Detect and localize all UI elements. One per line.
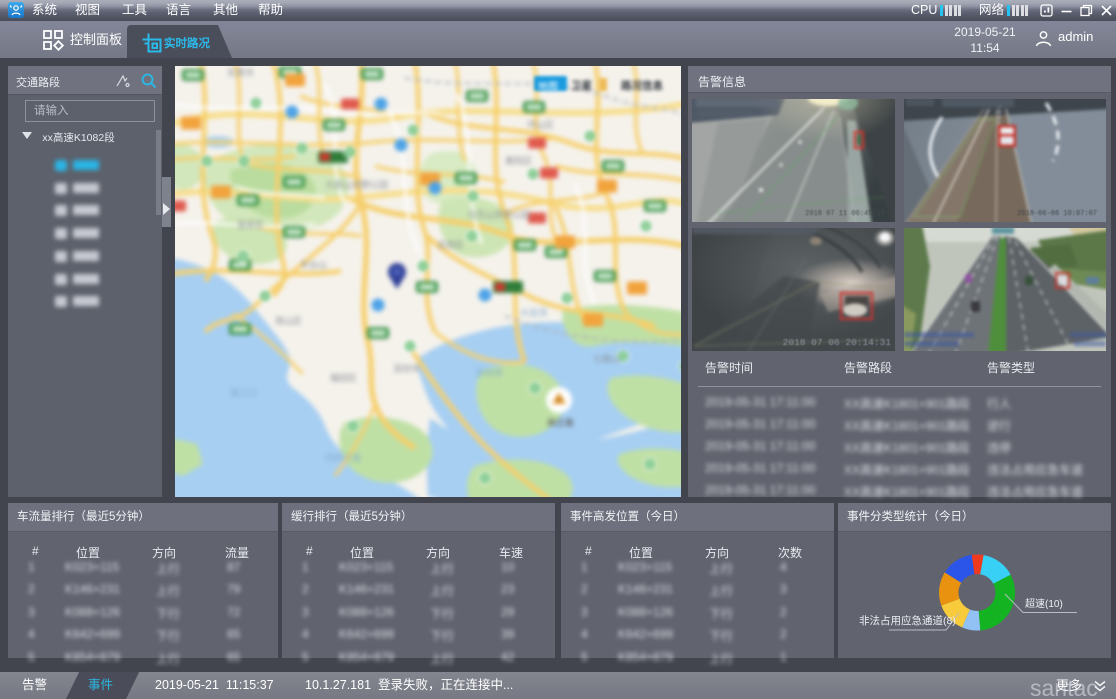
svg-text:深圳市: 深圳市 xyxy=(393,363,420,374)
svg-text:福田区: 福田区 xyxy=(330,372,357,383)
svg-text:坪山区: 坪山区 xyxy=(527,120,554,130)
svg-text:大前山郊野公园: 大前山郊野公园 xyxy=(325,179,388,190)
svg-text:南山区: 南山区 xyxy=(275,315,302,326)
svg-text:珠江口: 珠江口 xyxy=(230,387,257,398)
svg-text:宝安区: 宝安区 xyxy=(237,219,264,230)
svg-text:深圳湾: 深圳湾 xyxy=(475,367,502,378)
svg-text:龙岗区: 龙岗区 xyxy=(437,239,464,250)
svg-text:大亚湾: 大亚湾 xyxy=(520,307,547,318)
svg-text:马峦山郊野公园: 马峦山郊野公园 xyxy=(467,209,530,220)
svg-text:典巨集: 典巨集 xyxy=(547,417,574,428)
svg-text:羊台山: 羊台山 xyxy=(300,259,327,270)
svg-text:内伶仃岛: 内伶仃岛 xyxy=(325,452,361,463)
svg-text:惠阳区: 惠阳区 xyxy=(505,155,532,166)
svg-text:七娘山: 七娘山 xyxy=(593,353,620,364)
svg-text:超速(10): 超速(10) xyxy=(1025,597,1063,610)
svg-text:东莞市: 东莞市 xyxy=(227,67,254,78)
svg-text:非法占用应急通道(8): 非法占用应急通道(8) xyxy=(859,614,956,627)
